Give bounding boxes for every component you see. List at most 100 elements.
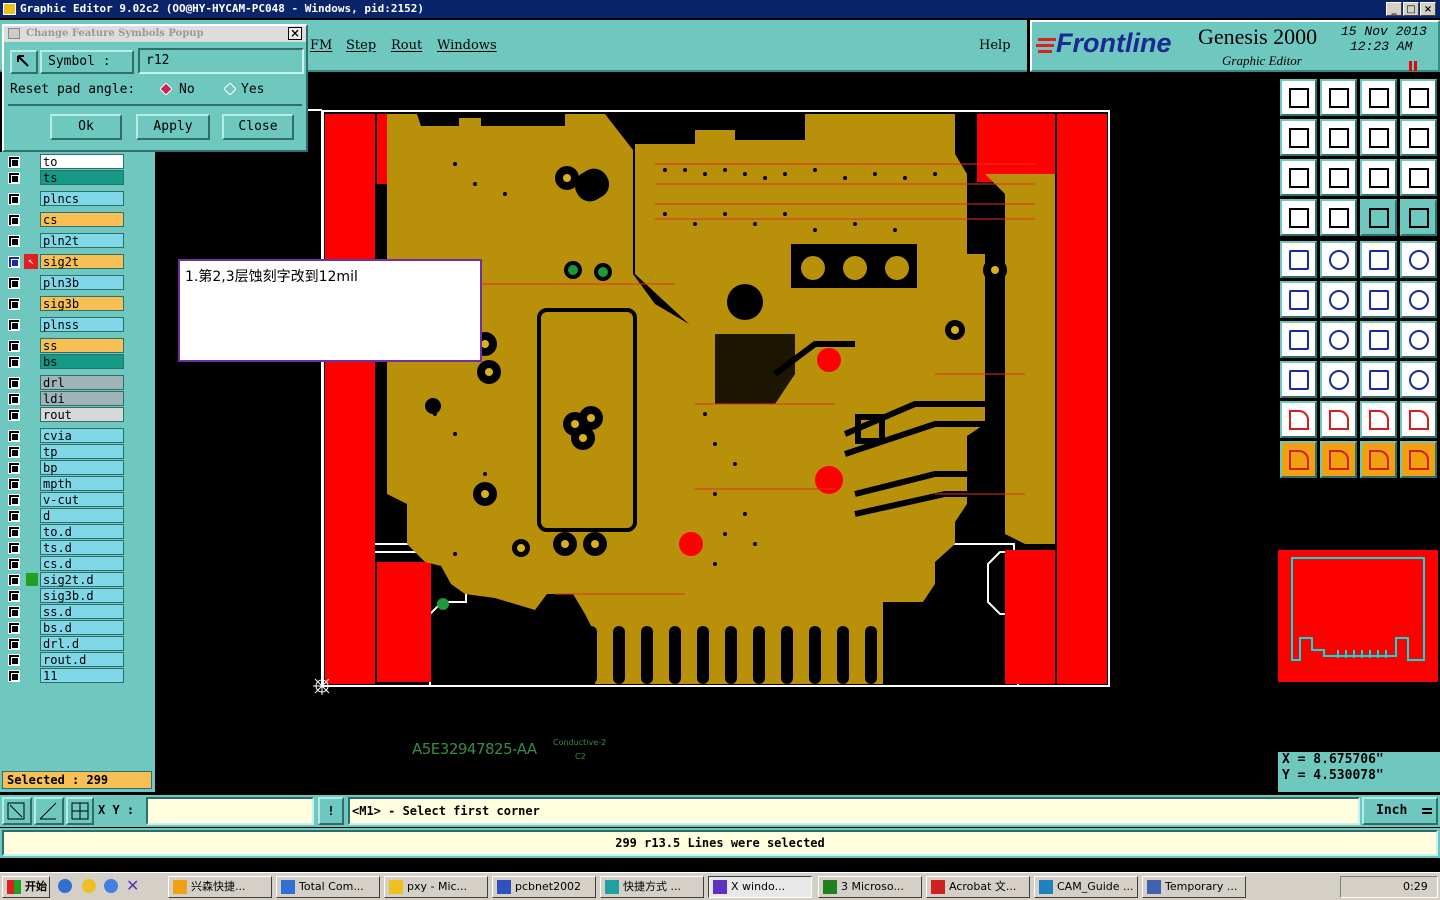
select-box-tool-button[interactable]: [1320, 441, 1357, 478]
draw-line-tool-button[interactable]: [1320, 241, 1357, 278]
layer-row-ts-d[interactable]: ts.d: [6, 540, 124, 555]
node-a-tool-button[interactable]: [1360, 281, 1397, 318]
triangle-b-tool-button[interactable]: [1320, 401, 1357, 438]
layer-row-ss[interactable]: ss: [6, 338, 124, 353]
taskbar-item[interactable]: Acrobat 文...: [926, 876, 1030, 898]
ratio-tool-button[interactable]: [1360, 159, 1397, 196]
zoom-fit-button[interactable]: [2, 797, 32, 825]
layer-row-to-d[interactable]: to.d: [6, 524, 124, 539]
node-b-tool-button[interactable]: [1400, 281, 1437, 318]
triangle-d-tool-button[interactable]: [1400, 401, 1437, 438]
layer-row-sig3b-d[interactable]: sig3b.d: [6, 588, 124, 603]
layer-row-ts[interactable]: ts: [6, 170, 124, 185]
layer-row-mpth[interactable]: mpth: [6, 476, 124, 491]
layer-row-bp[interactable]: bp: [6, 460, 124, 475]
popup-arrow-button[interactable]: [10, 50, 38, 74]
layer-checkbox[interactable]: [8, 574, 20, 586]
layer-checkbox[interactable]: [8, 462, 20, 474]
layer-row-cvia[interactable]: cvia: [6, 428, 124, 443]
fit-all-tool-button[interactable]: [1280, 159, 1317, 196]
menu-rout[interactable]: Rout: [391, 38, 422, 53]
board-overview-map[interactable]: [1278, 550, 1438, 682]
menu-help[interactable]: Help: [979, 38, 1011, 53]
layer-checkbox[interactable]: [8, 654, 20, 666]
taskbar-item[interactable]: Temporary ...: [1142, 876, 1246, 898]
app-quick-icon[interactable]: [104, 879, 118, 893]
layer-checkbox[interactable]: [8, 393, 20, 405]
layer-row-drl[interactable]: drl: [6, 375, 124, 390]
taskbar-item[interactable]: X windo...: [708, 876, 812, 898]
query-tool-button[interactable]: [1400, 159, 1437, 196]
layer-checkbox[interactable]: [8, 478, 20, 490]
angle-tool-button[interactable]: [1280, 321, 1317, 358]
grid-button[interactable]: [66, 797, 94, 825]
layer-checkbox[interactable]: [8, 670, 20, 682]
layer-checkbox[interactable]: [8, 256, 20, 268]
layer-row-rout[interactable]: rout: [6, 407, 124, 422]
start-button[interactable]: 开始: [2, 876, 50, 898]
layer-row-bs-d[interactable]: bs.d: [6, 620, 124, 635]
layer-checkbox[interactable]: [8, 606, 20, 618]
center-tool-button[interactable]: [1320, 159, 1357, 196]
save-tool-button[interactable]: [1320, 79, 1357, 116]
maximize-button[interactable]: □: [1403, 2, 1419, 16]
layer-checkbox[interactable]: [8, 558, 20, 570]
copy-left-tool-button[interactable]: [1280, 119, 1317, 156]
layer-checkbox[interactable]: [8, 235, 20, 247]
connect-tool-button[interactable]: [1280, 281, 1317, 318]
taskbar-item[interactable]: Total Com...: [276, 876, 380, 898]
close-window-button[interactable]: ×: [1420, 2, 1436, 16]
slant-tool-button[interactable]: [1320, 321, 1357, 358]
taskbar-item[interactable]: 3 Microso...: [818, 876, 922, 898]
taskbar-item[interactable]: pxy - Mic...: [384, 876, 488, 898]
taskbar-item[interactable]: 兴森快捷...: [168, 876, 272, 898]
units-selector[interactable]: Inch: [1362, 797, 1438, 825]
layer-row-drl-d[interactable]: drl.d: [6, 636, 124, 651]
duplicate-tool-button[interactable]: [1400, 361, 1437, 398]
open-job-tool-button[interactable]: [1280, 79, 1317, 116]
menu-step[interactable]: Step: [346, 38, 376, 53]
arc-tool-button[interactable]: [1360, 321, 1397, 358]
dot-tool-button[interactable]: [1400, 241, 1437, 278]
triangle-c-tool-button[interactable]: [1360, 401, 1397, 438]
x-quick-icon[interactable]: ✕: [126, 876, 142, 895]
measure-line-tool-button[interactable]: [1360, 241, 1397, 278]
triangle-a-tool-button[interactable]: [1280, 401, 1317, 438]
layer-checkbox[interactable]: [8, 494, 20, 506]
cross-tool-button[interactable]: [1320, 281, 1357, 318]
snap-tool-button[interactable]: [1360, 199, 1397, 236]
layer-checkbox[interactable]: [8, 356, 20, 368]
layer-row-pln3b[interactable]: pln3b: [6, 275, 124, 290]
taskbar-item[interactable]: pcbnet2002: [492, 876, 596, 898]
copy-right-tool-button[interactable]: [1320, 119, 1357, 156]
layer-checkbox[interactable]: [8, 622, 20, 634]
swap-tool-button[interactable]: [1360, 119, 1397, 156]
hbar-tool-button[interactable]: [1360, 361, 1397, 398]
layer-row-rout-d[interactable]: rout.d: [6, 652, 124, 667]
layer-checkbox[interactable]: [8, 156, 20, 168]
menu-windows[interactable]: Windows: [437, 38, 497, 53]
layer-row-sig2t-d[interactable]: sig2t.d: [6, 572, 124, 587]
layer-checkbox[interactable]: [8, 319, 20, 331]
feature-tool-button[interactable]: [1280, 361, 1317, 398]
layer-checkbox[interactable]: [8, 340, 20, 352]
layer-row-pln2t[interactable]: pln2t: [6, 233, 124, 248]
minimize-button[interactable]: _: [1386, 2, 1402, 16]
layer-checkbox[interactable]: [8, 172, 20, 184]
info-button[interactable]: !: [318, 797, 344, 825]
reset-no-radio[interactable]: [159, 82, 173, 96]
pad-tool-button[interactable]: [1280, 241, 1317, 278]
home-tool-button[interactable]: [1360, 79, 1397, 116]
ie-icon[interactable]: [58, 879, 72, 893]
zoom-window-tool-button[interactable]: [1400, 79, 1437, 116]
layer-checkbox[interactable]: [8, 510, 20, 522]
layer-row-sig2t[interactable]: sig2t ↖: [6, 254, 124, 269]
layer-checkbox[interactable]: [8, 193, 20, 205]
taskbar-item[interactable]: CAM_Guide ...: [1034, 876, 1138, 898]
grid-tool-button[interactable]: [1320, 199, 1357, 236]
layer-row-ldi[interactable]: ldi: [6, 391, 124, 406]
symbol-input[interactable]: r12: [138, 48, 304, 74]
layer-checkbox[interactable]: [8, 446, 20, 458]
layer-checkbox[interactable]: [8, 638, 20, 650]
layer-checkbox[interactable]: [8, 409, 20, 421]
